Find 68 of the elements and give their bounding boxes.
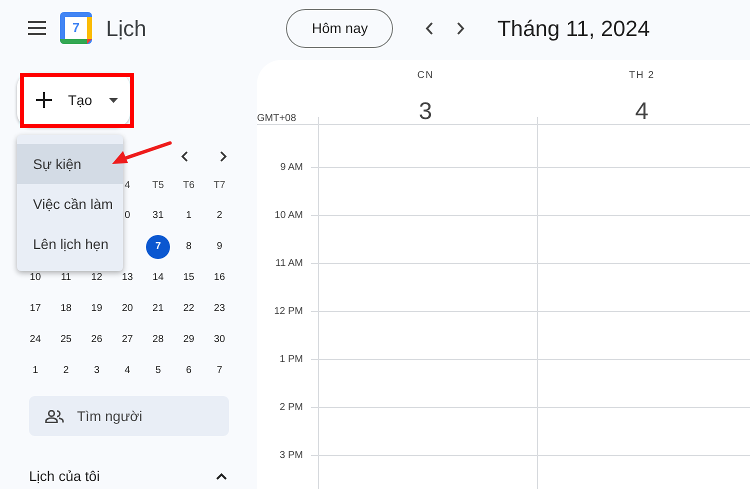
dropdown-icon: [109, 98, 118, 102]
hour-label: 3 PM: [280, 449, 303, 463]
day-number[interactable]: 7: [207, 358, 232, 382]
menu-item[interactable]: Việc cần làm: [17, 184, 123, 224]
day-number[interactable]: 2: [54, 358, 78, 382]
day-number[interactable]: 25: [54, 328, 78, 352]
menu-icon[interactable]: [28, 21, 46, 35]
day-number[interactable]: 23: [207, 296, 232, 320]
day-number[interactable]: 9: [207, 234, 232, 258]
day-number[interactable]: 29: [176, 328, 201, 352]
weekday-label: T6: [182, 178, 195, 192]
previous-month-icon[interactable]: [181, 151, 188, 162]
day-number[interactable]: 22: [176, 296, 201, 320]
hour-label: 10 AM: [274, 209, 303, 223]
hour-label: 11 AM: [275, 257, 303, 271]
menu-item[interactable]: Sự kiện: [17, 144, 123, 184]
date-number[interactable]: 4: [635, 94, 648, 130]
day-number[interactable]: 15: [176, 266, 201, 290]
day-number[interactable]: 13: [115, 266, 140, 290]
next-month-icon[interactable]: [220, 151, 227, 162]
people-search-input: Tìm người: [77, 406, 217, 426]
day-number[interactable]: 6: [176, 358, 201, 382]
day-number[interactable]: 8: [176, 234, 201, 258]
day-number[interactable]: 18: [54, 296, 78, 320]
hour-label: 9 AM: [280, 161, 303, 175]
day-number[interactable]: 30: [207, 328, 232, 352]
hour-label: 1 PM: [280, 353, 303, 367]
pointer-arrow: [111, 141, 172, 166]
date-number[interactable]: 3: [418, 94, 432, 130]
day-number[interactable]: 19: [84, 296, 109, 320]
my-calendars-label: Lịch của tôi: [29, 467, 100, 486]
day-number[interactable]: 24: [23, 328, 48, 352]
day-number[interactable]: 16: [207, 266, 232, 290]
day-number[interactable]: 14: [146, 266, 170, 290]
day-number[interactable]: 27: [115, 328, 140, 352]
weekday-label: T5: [152, 178, 164, 192]
previous-icon[interactable]: [425, 22, 434, 34]
day-number[interactable]: 1: [176, 204, 201, 228]
people-icon: [45, 410, 64, 422]
weekday-label: T7: [214, 178, 226, 192]
weekday-header: CN: [417, 69, 434, 83]
today-button[interactable]: Hôm nay: [286, 8, 394, 48]
day-number[interactable]: 28: [146, 328, 170, 352]
app-title: Lịch: [106, 14, 146, 42]
people-search-field[interactable]: Tìm người: [29, 396, 229, 436]
day-number[interactable]: 1: [23, 358, 48, 382]
day-number[interactable]: 5: [146, 358, 170, 382]
next-icon[interactable]: [457, 22, 466, 34]
day-number[interactable]: 7: [146, 234, 170, 258]
day-number[interactable]: 20: [115, 296, 140, 320]
menu-item[interactable]: Lên lịch hẹn: [17, 224, 123, 264]
weekday-header: TH 2: [628, 69, 655, 83]
day-number[interactable]: 26: [84, 328, 109, 352]
day-number[interactable]: 31: [146, 204, 170, 228]
hour-label: 12 PM: [274, 305, 303, 319]
logo-date: 7: [71, 19, 81, 38]
day-number[interactable]: 4: [115, 358, 140, 382]
day-number[interactable]: 17: [23, 296, 48, 320]
period-title: Tháng 11, 2024: [497, 14, 650, 43]
collapse-icon[interactable]: [216, 473, 227, 480]
calendar-logo: [60, 12, 92, 44]
day-number[interactable]: 3: [84, 358, 109, 382]
weekday-label: 4: [124, 178, 130, 192]
day-number[interactable]: 21: [146, 296, 170, 320]
hour-label: 2 PM: [280, 401, 303, 415]
day-number[interactable]: 2: [207, 204, 232, 228]
plus-icon: [36, 92, 52, 108]
timezone-label: GMT+08: [257, 112, 296, 126]
